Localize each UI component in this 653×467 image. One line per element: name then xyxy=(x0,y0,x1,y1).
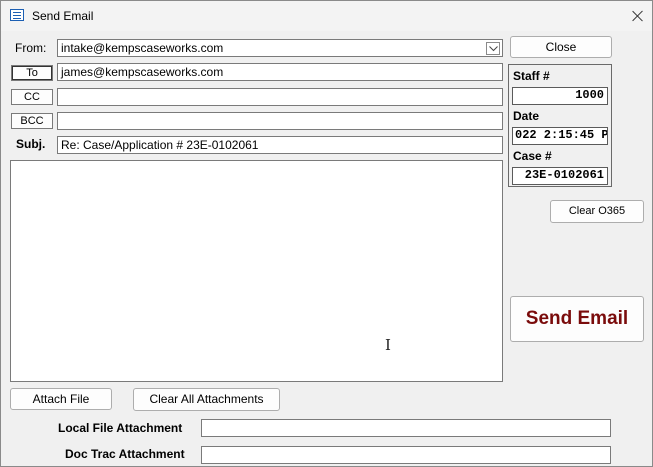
doc-trac-attachment-label: Doc Trac Attachment xyxy=(65,447,185,461)
date-label: Date xyxy=(513,109,540,123)
staff-label: Staff # xyxy=(513,69,550,83)
from-label: From: xyxy=(15,41,47,55)
clear-all-attachments-button[interactable]: Clear All Attachments xyxy=(133,388,280,411)
local-file-attachment-label: Local File Attachment xyxy=(58,421,183,435)
form-window-icon xyxy=(10,9,24,21)
case-number-field[interactable]: 23E-0102061 xyxy=(512,167,608,185)
text-cursor-icon: I xyxy=(385,336,391,354)
send-email-button[interactable]: Send Email xyxy=(510,296,644,342)
subject-field[interactable]: Re: Case/Application # 23E-0102061 xyxy=(57,136,503,154)
to-field[interactable]: james@kempscaseworks.com xyxy=(57,63,503,81)
to-button[interactable]: To xyxy=(11,65,53,81)
from-value: intake@kempscaseworks.com xyxy=(61,41,224,55)
staff-number-field[interactable]: 1000 xyxy=(512,87,608,105)
close-icon[interactable] xyxy=(627,5,649,27)
subject-label: Subj. xyxy=(16,137,46,151)
close-button[interactable]: Close xyxy=(510,36,612,58)
case-info-panel: Staff # 1000 Date 022 2:15:45 PM Case # … xyxy=(508,64,612,187)
doc-trac-attachment-field[interactable] xyxy=(201,446,611,464)
clear-o365-button[interactable]: Clear O365 xyxy=(550,200,644,223)
message-body[interactable] xyxy=(10,160,503,382)
send-email-window: Send Email From: intake@kempscaseworks.c… xyxy=(0,0,653,467)
bcc-field[interactable] xyxy=(57,112,503,130)
local-file-attachment-field[interactable] xyxy=(201,419,611,437)
attach-file-button[interactable]: Attach File xyxy=(10,388,112,410)
from-combo[interactable]: intake@kempscaseworks.com xyxy=(57,39,503,57)
chevron-down-icon[interactable] xyxy=(486,42,500,55)
date-field[interactable]: 022 2:15:45 PM xyxy=(512,127,608,145)
window-title: Send Email xyxy=(32,9,94,23)
bcc-button[interactable]: BCC xyxy=(11,113,53,129)
cc-button[interactable]: CC xyxy=(11,89,53,105)
cc-field[interactable] xyxy=(57,88,503,106)
case-number-label: Case # xyxy=(513,149,552,163)
title-bar: Send Email xyxy=(1,1,652,31)
